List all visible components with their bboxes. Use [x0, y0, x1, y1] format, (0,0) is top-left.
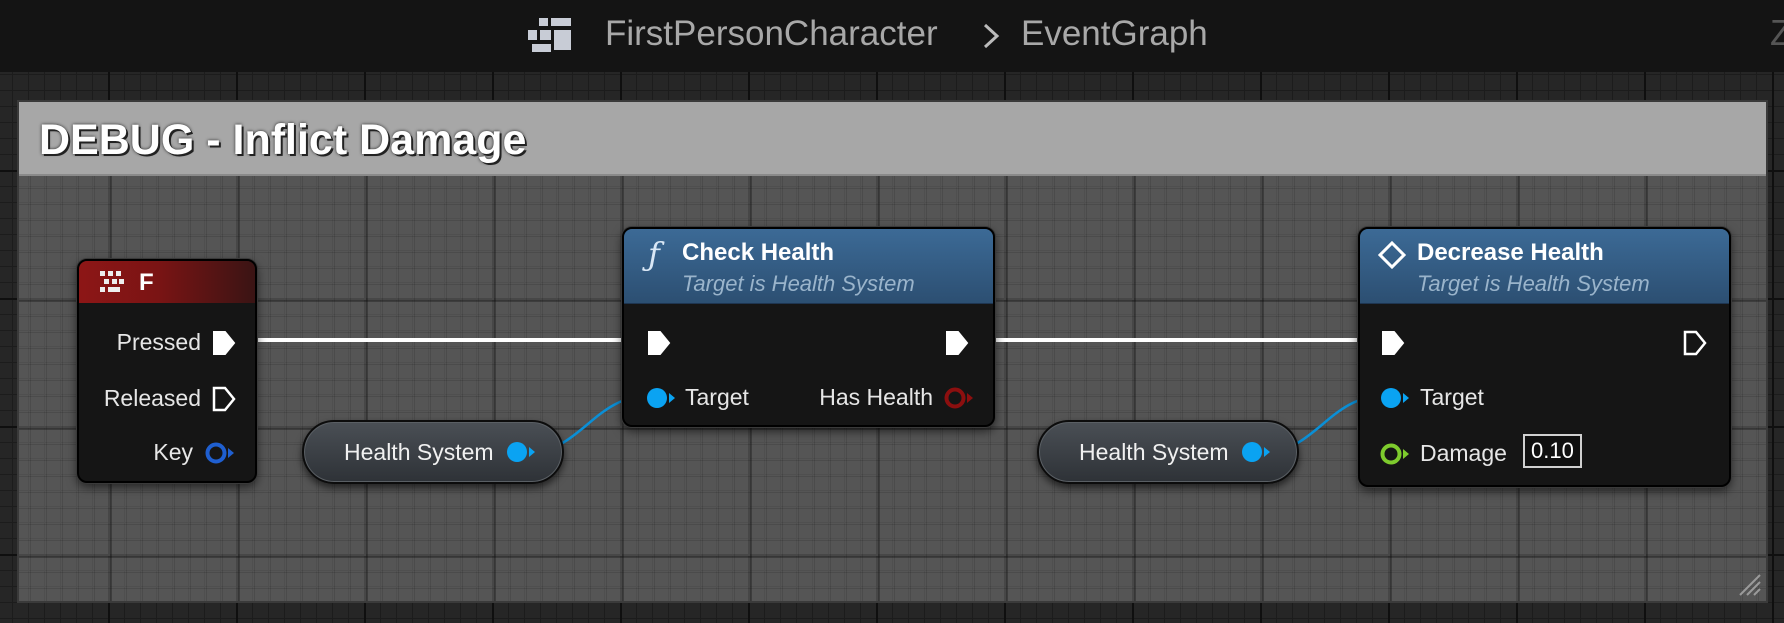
check-health-title: Check Health	[682, 239, 835, 266]
damage-value-input[interactable]: 0.10	[1523, 434, 1582, 468]
object-output-pin[interactable]	[504, 438, 538, 466]
check-health-node-header[interactable]: ƒ Check Health Target is Health System	[624, 229, 993, 304]
health-system-getter[interactable]: Health System	[302, 420, 564, 484]
key-event-node-header[interactable]: F	[79, 261, 255, 303]
pin-label-damage: Damage	[1420, 440, 1507, 466]
object-output-pin[interactable]	[1239, 438, 1273, 466]
exec-in-pin[interactable]	[1380, 329, 1406, 357]
health-system-getter[interactable]: Health System	[1037, 420, 1299, 484]
exec-pin-pressed[interactable]	[211, 329, 237, 357]
decrease-health-node-header[interactable]: Decrease Health Target is Health System	[1360, 229, 1729, 304]
function-f-icon: ƒ	[648, 235, 660, 273]
getter-label: Health System	[1079, 439, 1229, 465]
exec-pin-released[interactable]	[211, 385, 237, 413]
pin-label-released: Released	[103, 385, 201, 411]
getter-label: Health System	[344, 439, 494, 465]
key-event-title: F	[139, 269, 154, 296]
target-object-pin[interactable]	[1378, 384, 1412, 412]
exec-out-pin[interactable]	[944, 329, 970, 357]
keyboard-key-icon	[100, 271, 124, 292]
decrease-health-title: Decrease Health	[1417, 239, 1604, 266]
check-health-node[interactable]: ƒ Check Health Target is Health System T…	[622, 227, 995, 427]
target-object-pin[interactable]	[644, 384, 678, 412]
pin-label-target: Target	[685, 384, 749, 410]
decrease-health-node[interactable]: Decrease Health Target is Health System …	[1358, 227, 1731, 487]
exec-out-pin[interactable]	[1682, 329, 1708, 357]
check-health-subtitle: Target is Health System	[682, 271, 915, 296]
damage-float-pin[interactable]	[1378, 440, 1412, 468]
pin-label-target: Target	[1420, 384, 1484, 410]
diamond-icon	[1378, 241, 1406, 269]
key-event-node[interactable]: F Pressed Released Key	[77, 259, 257, 483]
key-struct-pin[interactable]	[203, 439, 237, 467]
pin-label-has-health: Has Health	[819, 384, 933, 410]
has-health-bool-pin[interactable]	[942, 384, 976, 412]
pin-label-key: Key	[153, 439, 193, 465]
exec-in-pin[interactable]	[646, 329, 672, 357]
pin-label-pressed: Pressed	[116, 329, 201, 355]
decrease-health-subtitle: Target is Health System	[1417, 271, 1650, 296]
